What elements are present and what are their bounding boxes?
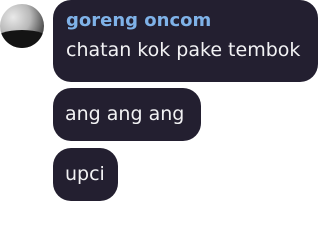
avatar-image <box>0 30 44 48</box>
message-text: chatan kok pake tembok <box>66 39 301 61</box>
message-bubble[interactable]: ang ang ang <box>53 88 201 141</box>
sender-name[interactable]: goreng oncom <box>66 10 318 32</box>
message-bubble[interactable]: upci <box>53 148 118 201</box>
message-text: upci <box>65 163 105 185</box>
chat-thread: goreng oncom chatan kok pake tembok ang … <box>0 0 320 252</box>
message-bubble[interactable]: goreng oncom chatan kok pake tembok <box>53 0 318 82</box>
message-text: ang ang ang <box>65 103 185 125</box>
avatar[interactable] <box>0 4 44 48</box>
